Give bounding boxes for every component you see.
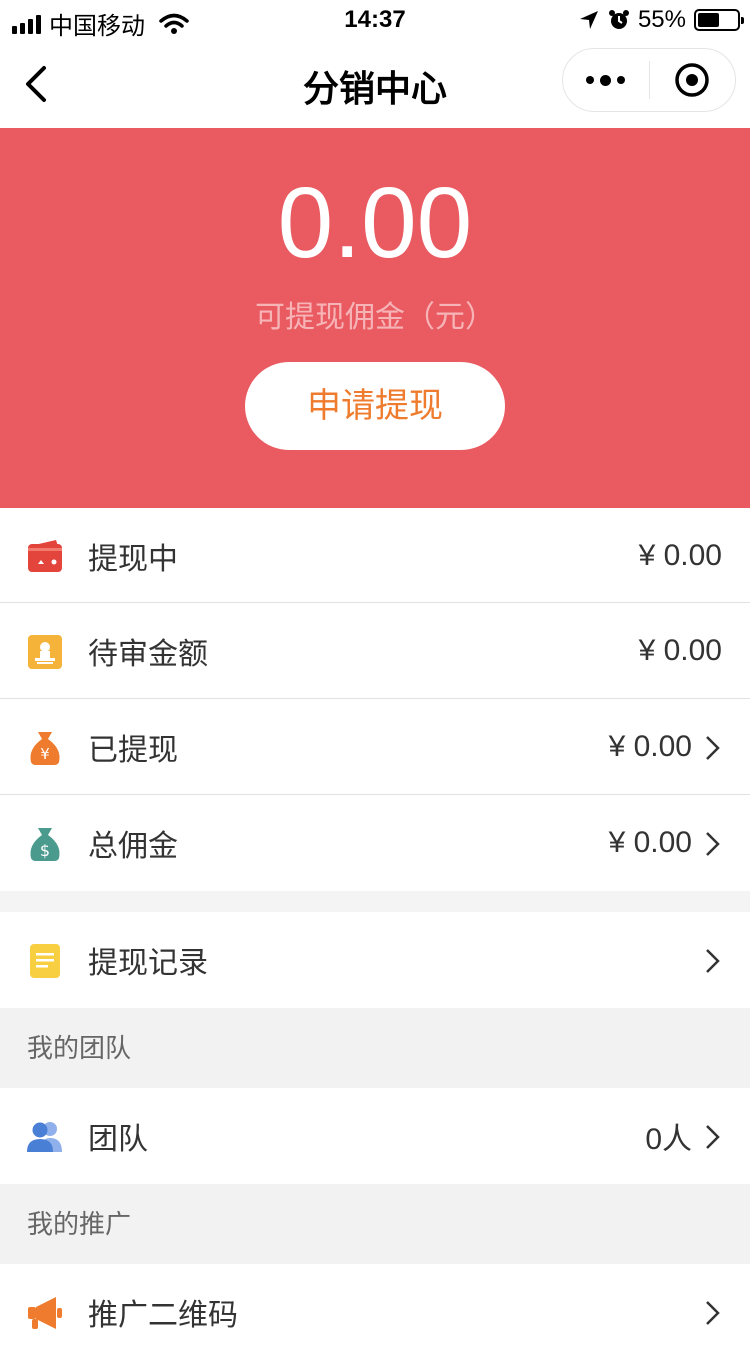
row-total-commission[interactable]: $ 总佣金 ¥ 0.00 xyxy=(0,795,750,891)
row-pending-review: 待审金额 ¥ 0.00 xyxy=(0,603,750,699)
row-label: 待审金额 xyxy=(88,638,208,671)
row-value: ¥ 0.00 xyxy=(638,634,722,667)
money-bag-dollar-icon: $ xyxy=(30,828,60,861)
chevron-right-icon xyxy=(706,736,720,760)
alarm-clock-icon xyxy=(608,10,629,29)
commission-hero: 0.00 可提现佣金（元） 申请提现 xyxy=(0,128,750,508)
svg-text:$: $ xyxy=(40,841,50,860)
row-value: ¥ 0.00 xyxy=(638,539,722,572)
dot-icon xyxy=(586,76,595,84)
money-bag-yuan-icon: ¥ xyxy=(30,732,60,765)
row-label: 提现记录 xyxy=(88,947,208,980)
row-label: 总佣金 xyxy=(88,830,178,863)
withdrawable-amount-label: 可提现佣金（元） xyxy=(255,301,495,334)
chevron-right-icon xyxy=(706,1125,720,1149)
row-withdrawing: 提现中 ¥ 0.00 xyxy=(0,508,750,604)
row-label: 提现中 xyxy=(88,543,178,576)
status-bar: 中国移动 14:37 55% xyxy=(0,0,750,40)
row-withdraw-records[interactable]: 提现记录 xyxy=(0,912,750,1008)
battery-percent: 55% xyxy=(637,6,686,33)
wallet-icon xyxy=(28,540,62,572)
row-promo-qrcode[interactable]: 推广二维码 xyxy=(0,1264,750,1360)
megaphone-icon xyxy=(28,1297,62,1329)
apply-withdraw-button[interactable]: 申请提现 xyxy=(245,362,505,450)
row-label: 已提现 xyxy=(88,734,178,767)
location-arrow-icon xyxy=(579,11,598,29)
mini-program-capsule xyxy=(562,48,736,112)
chevron-right-icon xyxy=(706,949,720,973)
row-team[interactable]: 团队 0人 xyxy=(0,1088,750,1184)
more-menu-button[interactable] xyxy=(563,49,649,111)
team-icon xyxy=(27,1122,62,1152)
dot-icon xyxy=(617,76,626,84)
section-title-promotion: 我的推广 xyxy=(0,1184,750,1264)
chevron-right-icon xyxy=(706,832,720,856)
chevron-right-icon xyxy=(706,1301,720,1325)
svg-text:¥: ¥ xyxy=(40,745,50,763)
status-right: 55% xyxy=(578,6,744,34)
back-arrow-icon[interactable] xyxy=(20,62,64,106)
row-withdrawn[interactable]: ¥ 已提现 ¥ 0.00 xyxy=(0,699,750,795)
battery-icon xyxy=(694,9,744,31)
document-icon xyxy=(30,944,60,978)
close-mini-program-button[interactable] xyxy=(650,49,736,111)
dot-icon xyxy=(600,74,612,86)
nav-bar: 分销中心 xyxy=(0,40,750,128)
audit-stamp-icon xyxy=(28,635,62,669)
row-value: ¥ 0.00 xyxy=(608,826,692,859)
target-circle-icon xyxy=(675,63,709,97)
row-label: 团队 xyxy=(88,1123,148,1156)
battery-fill xyxy=(698,13,719,27)
withdrawable-amount: 0.00 xyxy=(277,167,473,279)
row-value: ¥ 0.00 xyxy=(608,730,692,763)
section-title-team: 我的团队 xyxy=(0,1008,750,1088)
row-label: 推广二维码 xyxy=(88,1299,238,1332)
row-value: 0人 xyxy=(645,1123,692,1156)
